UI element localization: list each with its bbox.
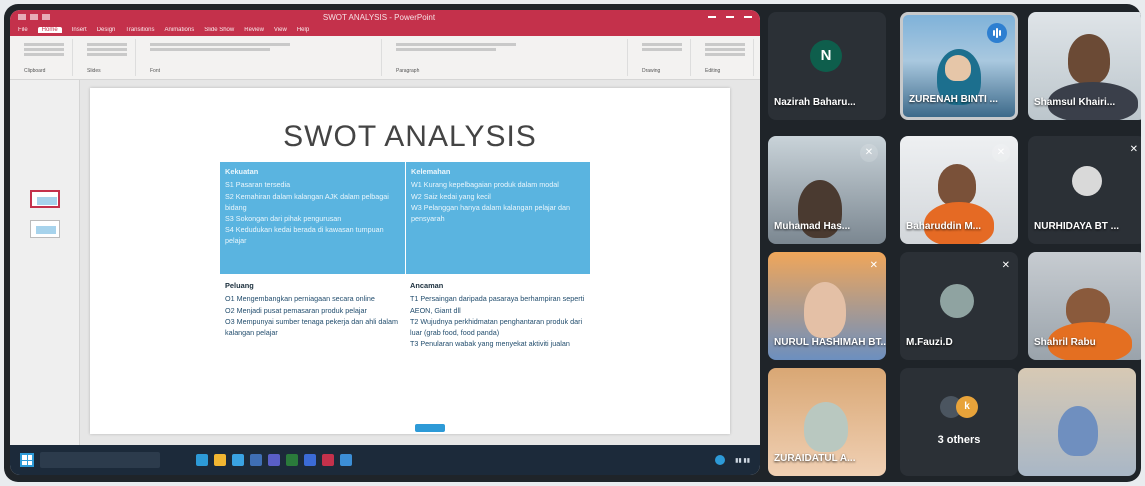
window-title: SWOT ANALYSIS - PowerPoint: [322, 12, 436, 22]
shared-screen: SWOT ANALYSIS - PowerPoint File Home Ins…: [10, 10, 760, 475]
tab-transitions[interactable]: Transitions: [125, 27, 154, 33]
tab-slide-show[interactable]: Slide Show: [204, 27, 234, 33]
participant-video: [1058, 406, 1098, 456]
participant-tile[interactable]: [1018, 368, 1136, 476]
participant-tile[interactable]: Shahril Rabu: [1028, 252, 1141, 360]
others-label: 3 others: [937, 434, 981, 446]
participant-name: Shamsul Khairi...: [1034, 97, 1116, 108]
participant-name: ZURENAH BINTI ...: [909, 94, 998, 105]
participant-name: Baharuddin M...: [906, 221, 981, 232]
ribbon-group-font[interactable]: Font: [142, 39, 382, 76]
slide-action-button[interactable]: [415, 424, 445, 432]
word-icon[interactable]: [304, 454, 316, 466]
participant-video: [1068, 34, 1110, 84]
mic-off-icon: ✕: [1129, 144, 1138, 155]
ribbon-tabs: File Home Insert Design Transitions Anim…: [10, 24, 760, 36]
taskbar-search[interactable]: [40, 452, 160, 468]
participant-tile[interactable]: ✕ Baharuddin M...: [900, 136, 1018, 244]
participant-name: Shahril Rabu: [1034, 337, 1096, 348]
participant-tile[interactable]: N Nazirah Baharu...: [768, 12, 886, 120]
slide-thumbnail[interactable]: [30, 190, 60, 208]
ribbon-group-editing[interactable]: Editing: [697, 39, 754, 76]
taskbar-apps: [196, 454, 352, 466]
participant-tile[interactable]: ✕ M.Fauzi.D: [900, 252, 1018, 360]
swot-weaknesses: Kelemahan W1 Kurang kepelbagaian produk …: [405, 162, 590, 274]
ribbon-group-slides[interactable]: Slides: [79, 39, 136, 76]
ribbon-group-paragraph[interactable]: Paragraph: [388, 39, 628, 76]
powerpoint-icon[interactable]: [322, 454, 334, 466]
participant-tile[interactable]: ✕ Muhamad Has...: [768, 136, 886, 244]
windows-taskbar: ▮▮ ▮▮: [10, 445, 760, 475]
ribbon: Clipboard Slides Font Paragraph Drawing …: [10, 36, 760, 80]
clock[interactable]: ▮▮ ▮▮: [735, 457, 750, 464]
mic-off-icon: ✕: [1001, 260, 1010, 271]
participant-tile[interactable]: ✕ NURHIDAYA BT ...: [1028, 136, 1141, 244]
participant-tile[interactable]: k 3 others: [900, 368, 1018, 476]
app-icon[interactable]: [232, 454, 244, 466]
participant-video: [804, 282, 846, 338]
slide-thumbnail[interactable]: [30, 220, 60, 238]
system-tray: ▮▮ ▮▮: [715, 455, 750, 465]
participant-name: Nazirah Baharu...: [774, 97, 856, 108]
teams-icon[interactable]: [268, 454, 280, 466]
tab-design[interactable]: Design: [97, 27, 116, 33]
others-avatars: k: [940, 396, 978, 418]
participant-tile[interactable]: Shamsul Khairi...: [1028, 12, 1141, 120]
windows-start-icon[interactable]: [20, 453, 34, 467]
slide-canvas[interactable]: SWOT ANALYSIS Kekuatan S1 Pasaran tersed…: [90, 88, 730, 434]
meeting-window: SWOT ANALYSIS - PowerPoint File Home Ins…: [4, 4, 1141, 482]
mic-off-icon: ✕: [860, 144, 878, 162]
participant-video: [938, 164, 976, 206]
participant-tile[interactable]: ✕ NURUL HASHIMAH BT...: [768, 252, 886, 360]
tab-review[interactable]: Review: [244, 27, 264, 33]
excel-icon[interactable]: [286, 454, 298, 466]
avatar: [940, 284, 974, 318]
tab-home[interactable]: Home: [37, 27, 62, 33]
swot-strengths: Kekuatan S1 Pasaran tersedia S2 Kemahira…: [220, 162, 405, 274]
swot-threats: Ancaman T1 Persaingan daripada pasaraya …: [405, 274, 590, 386]
folder-icon[interactable]: [214, 454, 226, 466]
participant-name: NURHIDAYA BT ...: [1034, 221, 1120, 232]
tab-insert[interactable]: Insert: [72, 27, 87, 33]
ribbon-group-clipboard[interactable]: Clipboard: [16, 39, 73, 76]
ribbon-group-drawing[interactable]: Drawing: [634, 39, 691, 76]
participant-video: [804, 402, 848, 452]
quick-access-toolbar[interactable]: [18, 14, 50, 20]
swot-table: Kekuatan S1 Pasaran tersedia S2 Kemahira…: [220, 162, 590, 386]
mic-off-icon: ✕: [992, 144, 1010, 162]
tab-view[interactable]: View: [274, 27, 287, 33]
avatar: N: [810, 40, 842, 72]
participant-name: NURUL HASHIMAH BT...: [774, 337, 886, 348]
app-icon[interactable]: [196, 454, 208, 466]
slide-title: SWOT ANALYSIS: [283, 120, 537, 153]
ppt-titlebar: SWOT ANALYSIS - PowerPoint: [10, 10, 760, 24]
app-icon[interactable]: [340, 454, 352, 466]
app-icon[interactable]: [250, 454, 262, 466]
participant-name: ZURAIDATUL A...: [774, 453, 856, 464]
participant-tile[interactable]: ZURENAH BINTI ...: [900, 12, 1018, 120]
participant-tile[interactable]: ZURAIDATUL A...: [768, 368, 886, 476]
editing-area: SWOT ANALYSIS Kekuatan S1 Pasaran tersed…: [10, 80, 760, 446]
slide-thumbnails: [10, 80, 80, 446]
tab-help[interactable]: Help: [297, 27, 309, 33]
tab-animations[interactable]: Animations: [165, 27, 195, 33]
mic-off-icon: ✕: [869, 260, 878, 271]
participant-name: M.Fauzi.D: [906, 337, 953, 348]
tab-file[interactable]: File: [18, 27, 28, 33]
avatar: [1072, 166, 1102, 196]
participant-name: Muhamad Has...: [774, 221, 851, 232]
window-controls[interactable]: [708, 16, 752, 18]
speaking-icon: [987, 23, 1007, 43]
swot-opportunities: Peluang O1 Mengembangkan perniagaan seca…: [220, 274, 405, 386]
tray-icon[interactable]: [715, 455, 726, 465]
